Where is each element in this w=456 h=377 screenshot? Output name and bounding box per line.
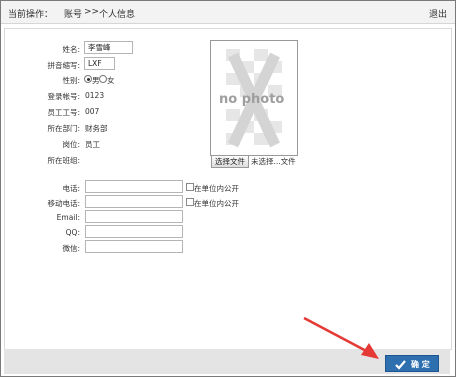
red-arrow-annotation: [303, 316, 379, 359]
